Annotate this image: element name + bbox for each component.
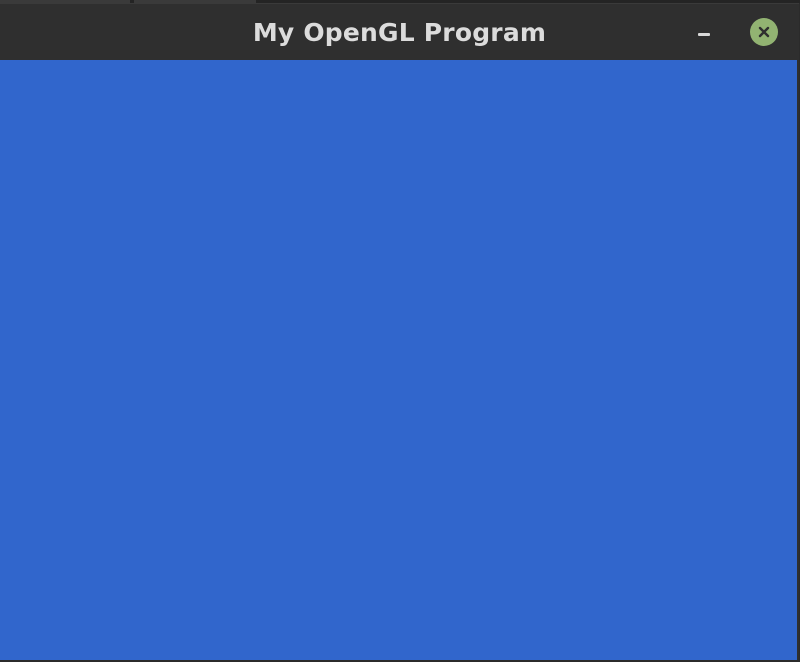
minimize-icon — [698, 33, 710, 36]
titlebar[interactable]: My OpenGL Program — [0, 4, 799, 60]
minimize-button[interactable] — [692, 22, 718, 48]
app-window: My OpenGL Program — [0, 3, 799, 660]
close-button[interactable] — [750, 18, 778, 46]
window-title: My OpenGL Program — [252, 18, 547, 47]
close-icon — [758, 26, 770, 38]
opengl-canvas[interactable] — [0, 60, 797, 660]
